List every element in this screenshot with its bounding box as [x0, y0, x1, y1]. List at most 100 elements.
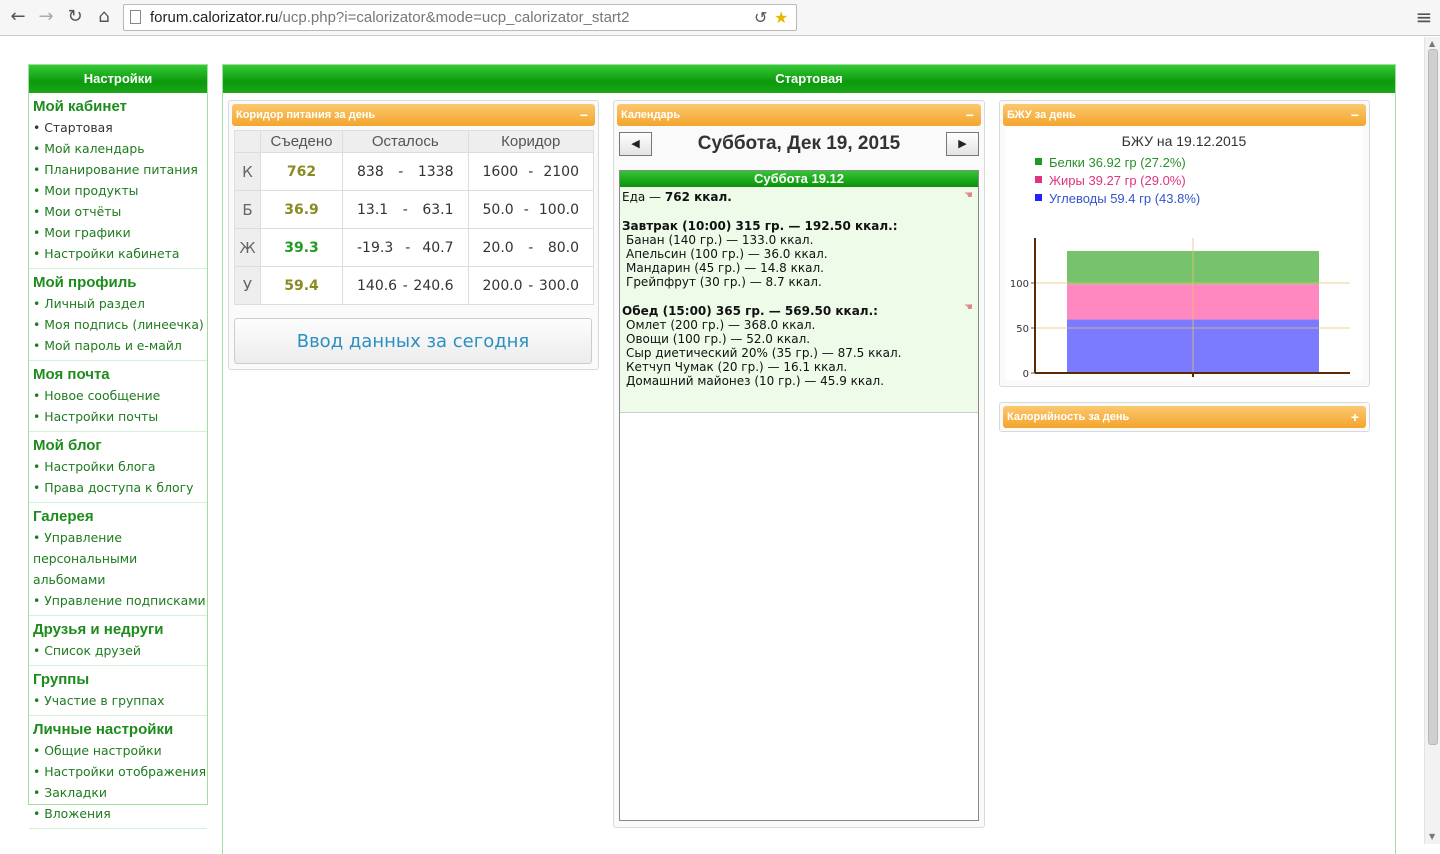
bju-chart: БЖУ на 19.12.2015 Белки 36.92 гр (27.2%)… — [1005, 128, 1363, 380]
sidebar-item[interactable]: • Настройки кабинета — [33, 243, 203, 264]
forward-arrow-icon[interactable]: → — [34, 5, 58, 29]
sidebar-item-label: Вложения — [44, 806, 111, 821]
browser-toolbar: ← → ↻ ⌂ forum.calorizator.ru/ucp.php?i=c… — [0, 0, 1440, 36]
day-details: Суббота 19.12 ☚ ☚ Еда — 762 ккал. Завтра… — [619, 170, 979, 821]
sidebar-group-title[interactable]: Группы — [33, 670, 203, 690]
sidebar-item[interactable]: • Управление персональными альбомами — [33, 527, 203, 590]
sidebar-item-label: Личный раздел — [44, 296, 145, 311]
sidebar-item[interactable]: • Управление подписками — [33, 590, 206, 611]
bullet-icon: • — [33, 643, 45, 658]
bullet-icon: • — [33, 530, 45, 545]
eaten-value: 59.4 — [260, 266, 343, 305]
bullet-icon: • — [33, 338, 45, 353]
sidebar-group-title[interactable]: Галерея — [33, 507, 203, 527]
vertical-scrollbar[interactable]: ▲ ▼ — [1424, 37, 1440, 844]
sidebar-item[interactable]: • Настройки почты — [33, 406, 203, 427]
scrollbar-thumb[interactable] — [1428, 49, 1438, 745]
calories-box-header: Калорийность за день + — [1003, 406, 1366, 428]
sidebar-item-label: Настройки блога — [44, 459, 156, 474]
sidebar-item-label: Планирование питания — [44, 162, 198, 177]
history-icon[interactable]: ↺ — [754, 8, 767, 27]
sidebar-item[interactable]: • Общие настройки — [33, 740, 203, 761]
meal-item: Банан (140 гр.) — 133.0 ккал. — [626, 233, 814, 247]
row-letter: Ж — [234, 228, 261, 267]
sidebar-group-title[interactable]: Мой блог — [33, 436, 203, 456]
sidebar-group: Друзья и недруги • Список друзей — [29, 616, 207, 666]
bullet-icon: • — [33, 183, 45, 198]
sidebar-item[interactable]: • Участие в группах — [33, 690, 203, 711]
bullet-icon: • — [33, 743, 45, 758]
food-total-line: Еда — 762 ккал. — [622, 190, 732, 204]
scroll-down-icon[interactable]: ▼ — [1429, 832, 1435, 841]
sidebar-header: Настройки — [29, 65, 207, 93]
collapse-icon[interactable]: − — [577, 108, 591, 122]
bullet-icon: • — [33, 246, 45, 261]
address-bar[interactable]: forum.calorizator.ru/ucp.php?i=calorizat… — [123, 4, 797, 31]
sidebar-item[interactable]: • Права доступа к блогу — [33, 477, 203, 498]
home-icon[interactable]: ⌂ — [92, 5, 116, 29]
sidebar-item[interactable]: • Мои графики — [33, 222, 203, 243]
sidebar-item[interactable]: • Вложения — [33, 803, 203, 824]
sidebar-item[interactable]: • Настройки блога — [33, 456, 203, 477]
sidebar-group-title[interactable]: Личные настройки — [33, 720, 203, 740]
sidebar-group: Личные настройки • Общие настройки • Настр… — [29, 716, 207, 829]
corridor-range: 200.0-300.0 — [467, 266, 594, 305]
range-sep: - — [528, 163, 534, 180]
prev-day-button[interactable]: ◀ — [619, 132, 652, 156]
collapse-icon[interactable]: − — [1348, 108, 1362, 122]
sidebar-item[interactable]: • Моя подпись (линеечка) — [33, 314, 204, 335]
sidebar-group: Мой профиль • Личный раздел • Моя подпись … — [29, 269, 207, 361]
back-arrow-icon[interactable]: ← — [6, 5, 30, 29]
sidebar-item[interactable]: • Мой пароль и е-майл — [33, 335, 203, 356]
sidebar-item[interactable]: • Стартовая — [33, 117, 203, 138]
sidebar-group-title[interactable]: Мой кабинет — [33, 97, 203, 117]
corridor-range: 20.0-80.0 — [467, 228, 594, 267]
next-day-button[interactable]: ▶ — [946, 132, 979, 156]
sidebar-item[interactable]: • Личный раздел — [33, 293, 203, 314]
collapse-icon[interactable]: − — [963, 108, 977, 122]
column-header: Коридор — [467, 130, 594, 153]
menu-icon[interactable]: ≡ — [1412, 5, 1436, 29]
hand-pointer-icon[interactable]: ☚ — [964, 190, 973, 201]
sidebar-group-title[interactable]: Мой профиль — [33, 273, 203, 293]
sidebar-group-title[interactable]: Моя почта — [33, 365, 203, 385]
calendar-date-title: Суббота, Дек 19, 2015 — [697, 133, 901, 154]
sidebar-item[interactable]: • Планирование питания — [33, 159, 203, 180]
scroll-up-icon[interactable]: ▲ — [1429, 39, 1435, 48]
calories-box: Калорийность за день + — [999, 402, 1370, 432]
bullet-icon: • — [33, 141, 45, 156]
bullet-icon: • — [33, 785, 45, 800]
remaining-range: -19.3-40.7 — [342, 228, 469, 267]
sidebar-item-label: Стартовая — [44, 120, 113, 135]
sidebar-item[interactable]: • Мои продукты — [33, 180, 203, 201]
meal-item: Кетчуп Чумак (20 гр.) — 16.1 ккал. — [626, 360, 848, 374]
sidebar-item[interactable]: • Мои отчёты — [33, 201, 203, 222]
hand-pointer-icon[interactable]: ☚ — [964, 302, 973, 313]
reload-icon[interactable]: ↻ — [63, 5, 87, 29]
meal-title: Завтрак (10:00) 315 гр. — 192.50 ккал.: — [622, 219, 898, 233]
sidebar-group-title[interactable]: Друзья и недруги — [33, 620, 203, 640]
range-from: 50.0 — [482, 201, 514, 218]
sidebar-item-label: Мой пароль и е-майл — [44, 338, 182, 353]
star-bookmark-icon[interactable]: ★ — [774, 8, 788, 27]
page-icon — [130, 10, 141, 24]
sidebar-item-label: Список друзей — [44, 643, 141, 658]
expand-icon[interactable]: + — [1348, 410, 1362, 424]
meal-block: Обед (15:00) 365 гр. — 569.50 ккал.: Омле… — [622, 304, 976, 388]
corridor-box-header: Коридор питания за день − — [232, 104, 595, 126]
sidebar-item[interactable]: • Настройки отображения — [33, 761, 206, 782]
meal-block: Завтрак (10:00) 315 гр. — 192.50 ккал.: Б… — [622, 219, 976, 289]
url-text[interactable]: forum.calorizator.ru/ucp.php?i=calorizat… — [150, 9, 629, 26]
meal-item: Сыр диетический 20% (35 гр.) — 87.5 ккал… — [626, 346, 902, 360]
sidebar-item-label: Мои графики — [44, 225, 131, 240]
column-header: Осталось — [342, 130, 469, 153]
bullet-icon: • — [33, 480, 45, 495]
sidebar-item[interactable]: • Закладки — [33, 782, 203, 803]
sidebar-item-label: Закладки — [44, 785, 107, 800]
table-row: К 762 838-1338 1600-2100 — [234, 152, 594, 191]
sidebar-item[interactable]: • Новое сообщение — [33, 385, 203, 406]
sidebar-item[interactable]: • Список друзей — [33, 640, 203, 661]
sidebar-item[interactable]: • Мой календарь — [33, 138, 203, 159]
enter-data-today-button[interactable]: Ввод данных за сегодня — [234, 318, 592, 364]
corridor-range: 50.0-100.0 — [467, 190, 594, 229]
